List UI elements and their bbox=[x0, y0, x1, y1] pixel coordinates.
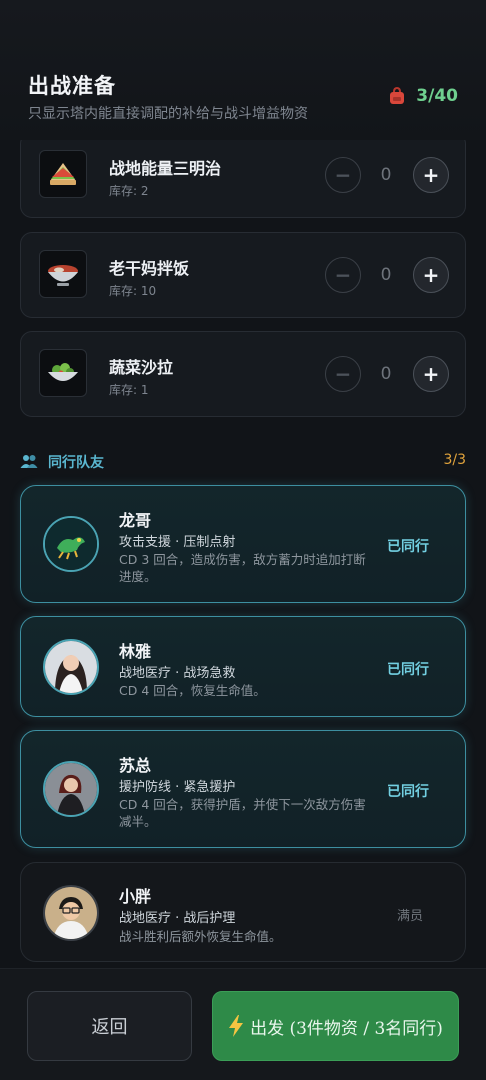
teammate-card[interactable]: 苏总 援护防线 · 紧急援护 CD 4 回合，获得护盾，并使下一次敌方伤害减半。… bbox=[20, 730, 466, 848]
teammate-card[interactable]: 小胖 战地医疗 · 战后护理 战斗胜利后额外恢复生命值。 满员 bbox=[20, 862, 466, 962]
person-portrait-icon bbox=[45, 763, 97, 815]
item-card: 老干妈拌饭 库存: 10 − 0 + bbox=[20, 232, 466, 318]
item-stock: 库存: 1 bbox=[109, 383, 149, 397]
page-title: 出战准备 bbox=[28, 74, 116, 98]
teammate-card[interactable]: 林雅 战地医疗 · 战场急救 CD 4 回合，恢复生命值。 已同行 bbox=[20, 616, 466, 717]
item-stock: 库存: 2 bbox=[109, 184, 149, 198]
team-count: 3/3 bbox=[443, 452, 466, 468]
teammate-status: 已同行 bbox=[387, 539, 429, 555]
teammate-role: 攻击支援 · 压制点射 bbox=[119, 535, 236, 550]
decrease-button[interactable]: − bbox=[325, 157, 361, 193]
teammate-card[interactable]: 龙哥 攻击支援 · 压制点射 CD 3 回合，造成伤害，敌方蓄力时追加打断进度。… bbox=[20, 485, 466, 603]
increase-button[interactable]: + bbox=[413, 257, 449, 293]
quantity-value: 0 bbox=[380, 364, 392, 384]
depart-button[interactable]: 出发 (3件物资 / 3名同行) bbox=[212, 991, 459, 1061]
teammate-status: 满员 bbox=[396, 909, 423, 924]
dragon-icon bbox=[45, 518, 97, 570]
teammate-status: 已同行 bbox=[387, 662, 429, 678]
item-name: 蔬菜沙拉 bbox=[109, 358, 174, 377]
teammate-desc: CD 4 回合，恢复生命值。 bbox=[119, 683, 266, 698]
teammate-name: 龙哥 bbox=[119, 511, 152, 530]
increase-button[interactable]: + bbox=[413, 157, 449, 193]
teammate-desc: 战斗胜利后额外恢复生命值。 bbox=[119, 929, 282, 944]
team-icon bbox=[20, 455, 38, 468]
decrease-button[interactable]: − bbox=[325, 356, 361, 392]
avatar bbox=[43, 516, 99, 572]
item-card: 战地能量三明治 库存: 2 − 0 + bbox=[20, 132, 466, 218]
team-section-header: 同行队友 3/3 bbox=[20, 450, 466, 474]
back-button[interactable]: 返回 bbox=[27, 991, 192, 1061]
item-stock: 库存: 10 bbox=[109, 284, 157, 298]
quantity-value: 0 bbox=[380, 265, 392, 285]
rice-bowl-icon bbox=[39, 250, 87, 298]
avatar bbox=[43, 885, 99, 941]
item-name: 老干妈拌饭 bbox=[109, 259, 190, 278]
footer-bar: 返回 出发 (3件物资 / 3名同行) bbox=[0, 968, 486, 1080]
person-portrait-icon bbox=[45, 641, 97, 693]
teammate-role: 战地医疗 · 战后护理 bbox=[119, 911, 236, 926]
teammate-status: 已同行 bbox=[387, 784, 429, 800]
scroll-area[interactable]: 战地能量三明治 库存: 2 − 0 + 老干妈拌饭 库存: 10 − 0 + 蔬… bbox=[0, 0, 486, 1080]
avatar bbox=[43, 761, 99, 817]
person-portrait-icon bbox=[45, 887, 97, 939]
quantity-value: 0 bbox=[380, 165, 392, 185]
teammate-role: 援护防线 · 紧急援护 bbox=[119, 780, 236, 795]
teammate-desc: CD 3 回合，造成伤害，敌方蓄力时追加打断进度。 bbox=[119, 552, 366, 584]
salad-icon bbox=[39, 349, 87, 397]
teammate-name: 苏总 bbox=[119, 756, 152, 775]
capacity-count: 3/40 bbox=[416, 86, 458, 106]
teammate-name: 小胖 bbox=[119, 887, 152, 906]
teammate-role: 战地医疗 · 战场急救 bbox=[119, 666, 236, 681]
item-name: 战地能量三明治 bbox=[109, 159, 222, 178]
lightning-icon bbox=[229, 1015, 244, 1037]
page-subtitle: 只显示塔内能直接调配的补给与战斗增益物资 bbox=[28, 106, 308, 122]
teammate-name: 林雅 bbox=[119, 642, 152, 661]
section-title: 同行队友 bbox=[48, 455, 104, 471]
sandwich-icon bbox=[39, 150, 87, 198]
backpack-icon bbox=[390, 87, 405, 104]
increase-button[interactable]: + bbox=[413, 356, 449, 392]
depart-label: 出发 (3件物资 / 3名同行) bbox=[250, 1018, 443, 1039]
teammate-desc: CD 4 回合，获得护盾，并使下一次敌方伤害减半。 bbox=[119, 797, 366, 829]
capacity-indicator: 3/40 bbox=[388, 86, 458, 106]
header: 出战准备 只显示塔内能直接调配的补给与战斗增益物资 3/40 bbox=[0, 0, 486, 140]
avatar bbox=[43, 639, 99, 695]
item-card: 蔬菜沙拉 库存: 1 − 0 + bbox=[20, 331, 466, 417]
decrease-button[interactable]: − bbox=[325, 257, 361, 293]
